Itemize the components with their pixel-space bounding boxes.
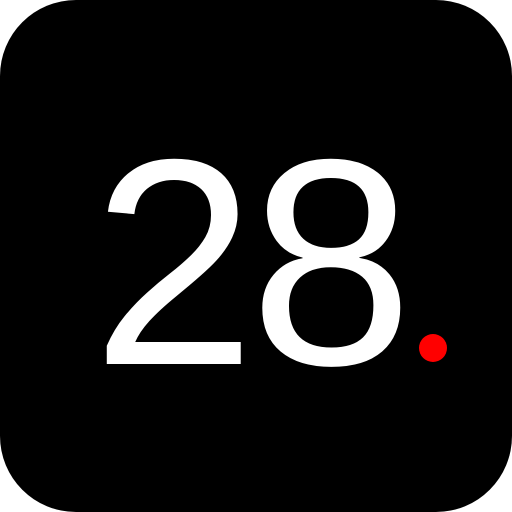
logo-dot [419, 334, 447, 362]
logo-number: 28 [92, 99, 413, 427]
app-icon[interactable]: 28 [0, 0, 512, 512]
